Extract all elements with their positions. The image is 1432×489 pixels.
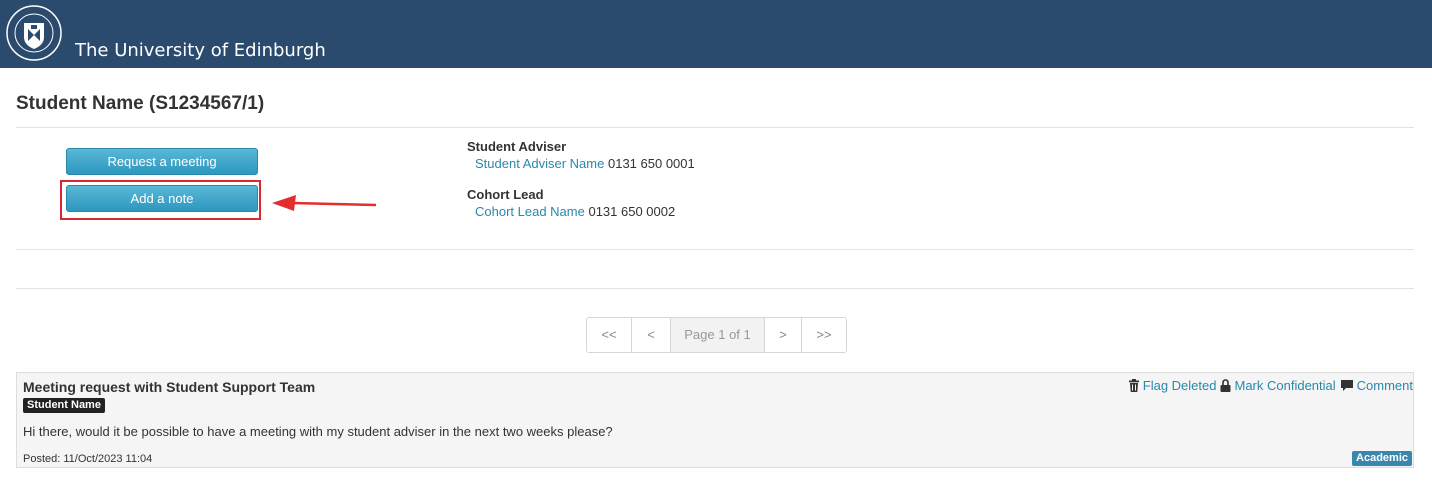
- student-adviser-contact: Student Adviser Name 0131 650 0001: [475, 156, 695, 171]
- university-crest-logo[interactable]: [6, 5, 62, 61]
- top-banner: The University of Edinburgh: [0, 0, 1432, 68]
- cohort-lead-link[interactable]: Cohort Lead Name: [475, 204, 585, 219]
- pagination-current-page: Page 1 of 1: [671, 318, 765, 352]
- cohort-lead-contact: Cohort Lead Name 0131 650 0002: [475, 204, 675, 219]
- comment-icon: [1340, 380, 1353, 391]
- divider: [16, 249, 1414, 250]
- note-actions: Flag Deleted Mark Confidential Comment: [1128, 378, 1413, 393]
- annotation-arrow-icon: [272, 195, 377, 211]
- cohort-lead-phone: 0131 650 0002: [588, 204, 676, 219]
- flag-deleted-action[interactable]: Flag Deleted: [1128, 378, 1217, 393]
- student-adviser-phone: 0131 650 0001: [607, 156, 695, 171]
- pagination-last-button[interactable]: >>: [802, 318, 846, 352]
- note-card: Meeting request with Student Support Tea…: [16, 372, 1414, 468]
- mark-confidential-label: Mark Confidential: [1234, 378, 1336, 393]
- author-badge: Student Name: [23, 398, 105, 413]
- pagination-first-button[interactable]: <<: [587, 318, 632, 352]
- mark-confidential-action[interactable]: Mark Confidential: [1220, 378, 1336, 393]
- student-adviser-link[interactable]: Student Adviser Name: [475, 156, 604, 171]
- lock-icon: [1220, 379, 1231, 392]
- request-meeting-button[interactable]: Request a meeting: [66, 148, 258, 175]
- cohort-lead-role: Cohort Lead: [467, 187, 544, 202]
- trash-icon: [1128, 379, 1139, 392]
- divider: [16, 127, 1414, 128]
- pagination-prev-button[interactable]: <: [632, 318, 671, 352]
- comment-label: Comment: [1356, 378, 1413, 393]
- divider: [16, 288, 1414, 289]
- page-title: Student Name (S1234567/1): [16, 93, 265, 114]
- note-posted-date: Posted: 11/Oct/2023 11:04: [23, 453, 153, 465]
- comment-action[interactable]: Comment: [1340, 378, 1413, 393]
- category-badge: Academic: [1352, 451, 1412, 466]
- pagination-next-button[interactable]: >: [765, 318, 802, 352]
- note-title: Meeting request with Student Support Tea…: [23, 379, 316, 395]
- university-name: The University of Edinburgh: [75, 40, 326, 61]
- flag-deleted-label: Flag Deleted: [1142, 378, 1217, 393]
- note-body: Hi there, would it be possible to have a…: [23, 424, 613, 439]
- annotation-highlight-box: [60, 180, 261, 220]
- pagination: << < Page 1 of 1 > >>: [586, 317, 847, 353]
- student-adviser-role: Student Adviser: [467, 139, 567, 154]
